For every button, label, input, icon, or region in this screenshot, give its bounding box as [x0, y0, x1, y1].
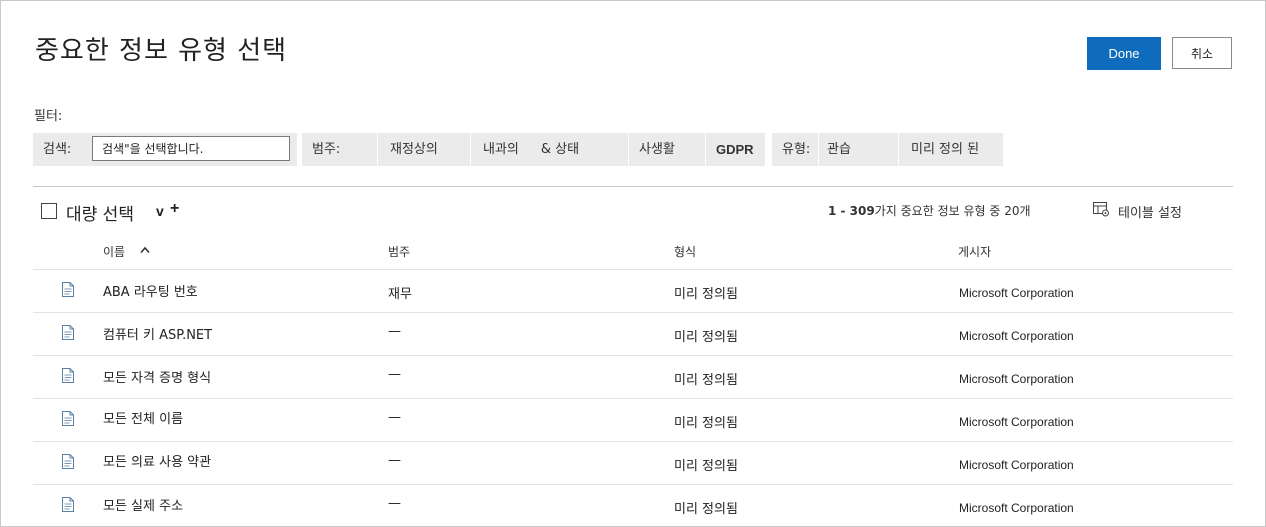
filter-label: 필터: [34, 109, 63, 124]
dialog-title: 중요한 정보 유형 선택 [35, 36, 288, 66]
row-publisher: Microsoft Corporation [959, 329, 1074, 343]
table-row[interactable]: 모든 전체 이름 — 미리 정의됨 Microsoft Corporation [33, 398, 1233, 441]
document-icon [62, 454, 74, 469]
column-header-publisher[interactable]: 게시자 [958, 243, 991, 260]
row-category: — [388, 324, 401, 339]
category-chip-health-label: & 상태 [540, 142, 580, 157]
row-name[interactable]: 모든 의료 사용 약관 [103, 451, 211, 470]
table-row[interactable]: ABA 라우팅 번호 재무 미리 정의됨 Microsoft Corporati… [33, 269, 1233, 312]
row-publisher: Microsoft Corporation [959, 415, 1074, 429]
table-row[interactable]: 컴퓨터 키 ASP.NET — 미리 정의됨 Microsoft Corpora… [33, 312, 1233, 355]
table-row[interactable]: 모든 실제 주소 — 미리 정의됨 Microsoft Corporation [33, 484, 1233, 527]
toolbar-divider [33, 186, 1233, 187]
cancel-button[interactable]: 취소 [1172, 37, 1232, 69]
table-settings-icon[interactable] [1093, 202, 1110, 217]
document-icon [62, 411, 74, 426]
row-category: — [388, 367, 401, 382]
bulk-select-label[interactable]: 대량 선택 [66, 200, 134, 225]
table-settings-label[interactable]: 테이블 설정 [1118, 202, 1182, 221]
category-filter-group: 범주: 재정상의 내과의 & 상태 사생활 GDPR [302, 133, 765, 166]
row-publisher: Microsoft Corporation [959, 286, 1074, 300]
type-chip-predefined[interactable]: 미리 정의 된 [898, 133, 1003, 166]
row-format: 미리 정의됨 [674, 287, 738, 302]
table-row[interactable]: 모든 자격 증명 형식 — 미리 정의됨 Microsoft Corporati… [33, 355, 1233, 398]
category-label: 범주: [312, 142, 341, 157]
row-publisher: Microsoft Corporation [959, 458, 1074, 472]
column-header-name[interactable]: 이름 [103, 243, 125, 260]
row-publisher: Microsoft Corporation [959, 501, 1074, 515]
document-icon [62, 497, 74, 512]
column-header-format[interactable]: 형식 [674, 243, 696, 260]
bulk-select-dropdown[interactable]: v [156, 203, 164, 219]
row-format: 미리 정의됨 [674, 459, 738, 474]
category-chip-medical[interactable]: 내과의 & 상태 [470, 133, 628, 166]
done-button[interactable]: Done [1087, 37, 1161, 70]
type-label: 유형: [782, 142, 811, 157]
document-icon [62, 368, 74, 383]
search-label: 검색: [43, 142, 72, 157]
row-name[interactable]: 모든 자격 증명 형식 [103, 367, 211, 386]
table-row[interactable]: 모든 의료 사용 약관 — 미리 정의됨 Microsoft Corporati… [33, 441, 1233, 484]
category-chip-finance[interactable]: 재정상의 [377, 133, 470, 166]
bulk-select-checkbox[interactable] [41, 203, 57, 219]
type-chip-custom[interactable]: 관습 [818, 133, 898, 166]
row-name[interactable]: 모든 실제 주소 [103, 495, 183, 514]
row-publisher: Microsoft Corporation [959, 372, 1074, 386]
row-category: — [388, 496, 401, 511]
row-name[interactable]: 모든 전체 이름 [103, 408, 183, 427]
document-icon [62, 282, 74, 297]
sort-ascending-icon[interactable] [140, 246, 150, 254]
category-chip-medical-label: 내과의 [483, 142, 519, 157]
row-format: 미리 정의됨 [674, 373, 738, 388]
row-name[interactable]: ABA 라우팅 번호 [103, 281, 198, 300]
document-icon [62, 325, 74, 340]
result-count-text: 가지 중요한 정보 유형 중 20개 [874, 204, 1031, 218]
row-category: — [388, 453, 401, 468]
category-chip-privacy[interactable]: 사생활 [628, 133, 705, 166]
bulk-add-button[interactable]: + [170, 200, 179, 218]
category-chip-gdpr[interactable]: GDPR [705, 133, 765, 166]
result-count: 1 - 309가지 중요한 정보 유형 중 20개 [828, 202, 1031, 219]
row-format: 미리 정의됨 [674, 502, 738, 517]
search-input[interactable] [92, 136, 290, 161]
row-format: 미리 정의됨 [674, 330, 738, 345]
row-category: — [388, 410, 401, 425]
row-category: 재무 [388, 287, 412, 302]
column-header-category[interactable]: 범주 [388, 243, 410, 260]
row-name[interactable]: 컴퓨터 키 ASP.NET [103, 324, 212, 343]
row-format: 미리 정의됨 [674, 416, 738, 431]
type-filter-group: 유형: 관습 미리 정의 된 [772, 133, 1003, 166]
result-count-range: 1 - 309 [828, 204, 875, 218]
